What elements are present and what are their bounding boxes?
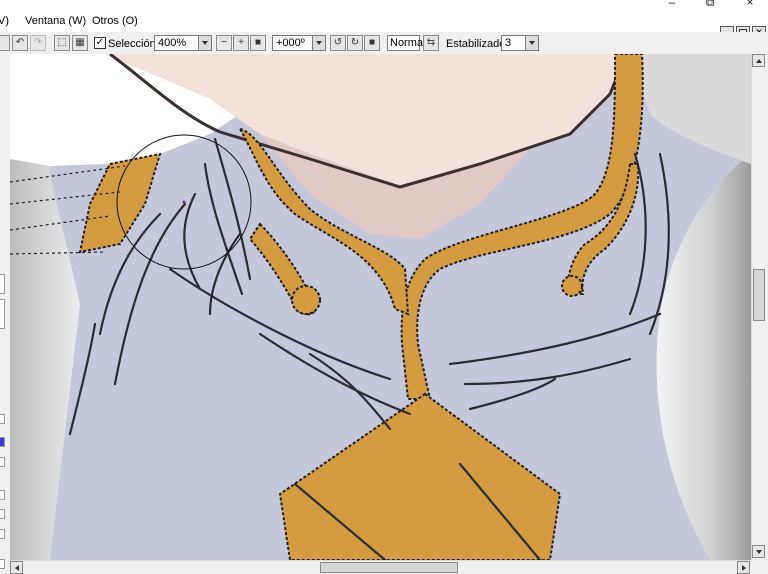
deselect-icon: ⬚ [57,37,67,48]
panel-edge-control[interactable] [0,529,5,539]
panel-edge-control[interactable] [0,299,5,329]
arrow-up-icon [756,59,762,63]
menu-item-otros[interactable]: Otros (O) [92,15,138,27]
prev-tool-button[interactable] [0,35,10,51]
rotate-right-button[interactable]: ↻ [347,35,363,51]
rotate-reset-button[interactable]: ■ [364,35,380,51]
zoom-out-icon: − [221,37,227,48]
drawing-canvas[interactable] [10,54,751,560]
invert-selection-button[interactable]: ▦ [72,35,88,51]
panel-edge-control[interactable] [0,274,5,294]
horizontal-scrollbar[interactable] [10,560,751,574]
left-panel-edge [0,54,10,574]
zoom-in-button[interactable]: + [233,35,249,51]
zoom-in-icon: + [238,37,244,48]
panel-edge-control[interactable] [0,509,5,519]
flip-view-button[interactable]: ⇆ [423,35,439,51]
deselect-button[interactable]: ⬚ [54,35,70,51]
scroll-corner [751,560,768,574]
selection-checkbox[interactable]: ✓ [94,37,106,49]
horizontal-scroll-thumb[interactable] [320,562,458,573]
panel-edge-control[interactable] [0,457,5,467]
scroll-right-button[interactable] [737,561,750,574]
panel-edge-control[interactable] [0,414,5,424]
redo-button[interactable]: ↷ [30,35,46,51]
redo-icon: ↷ [33,37,43,48]
panel-edge-color[interactable] [0,437,5,447]
zoom-out-button[interactable]: − [216,35,232,51]
stabilizer-label: Estabilizador [446,38,509,50]
arrow-right-icon [742,565,746,571]
rotate-reset-icon: ■ [368,37,376,48]
arrow-left-icon [15,565,19,571]
flip-view-icon: ⇆ [426,37,436,48]
arrow-down-icon [756,550,762,554]
rotate-left-icon: ↺ [333,37,343,48]
panel-edge-control[interactable] [0,559,5,569]
scroll-down-button[interactable] [752,545,765,558]
scroll-left-button[interactable] [10,561,23,574]
rotate-right-icon: ↻ [350,37,360,48]
close-button[interactable]: × [740,0,760,8]
rotate-left-button[interactable]: ↺ [330,35,346,51]
undo-icon: ↶ [15,37,25,48]
menu-item-ventana[interactable]: Ventana (W) [25,15,86,27]
blend-mode-field[interactable]: Normal [387,35,425,51]
invert-selection-icon: ▦ [75,37,85,48]
stabilizer-dropdown-button[interactable] [525,35,539,51]
panel-edge-control[interactable] [0,490,5,500]
menu-bar: V) Ventana (W) Otros (O) ✕ [0,12,768,39]
vertical-scrollbar[interactable] [751,54,766,560]
zoom-reset-button[interactable]: ■ [250,35,266,51]
artwork [10,54,751,560]
vertical-scroll-thumb[interactable] [753,269,765,321]
zoom-reset-icon: ■ [254,37,262,48]
selection-label: Selección [108,38,156,50]
menu-item-prev[interactable]: V) [0,15,9,27]
undo-button[interactable]: ↶ [12,35,28,51]
zoom-dropdown-button[interactable] [198,35,212,51]
title-bar: – ⧉ × [0,0,768,12]
minimize-button[interactable]: – [662,0,682,8]
scroll-up-button[interactable] [752,54,765,67]
rotation-dropdown-button[interactable] [312,35,326,51]
restore-button[interactable]: ⧉ [700,0,720,8]
checkmark-icon: ✓ [95,37,105,48]
brush-cursor-center [182,200,186,204]
